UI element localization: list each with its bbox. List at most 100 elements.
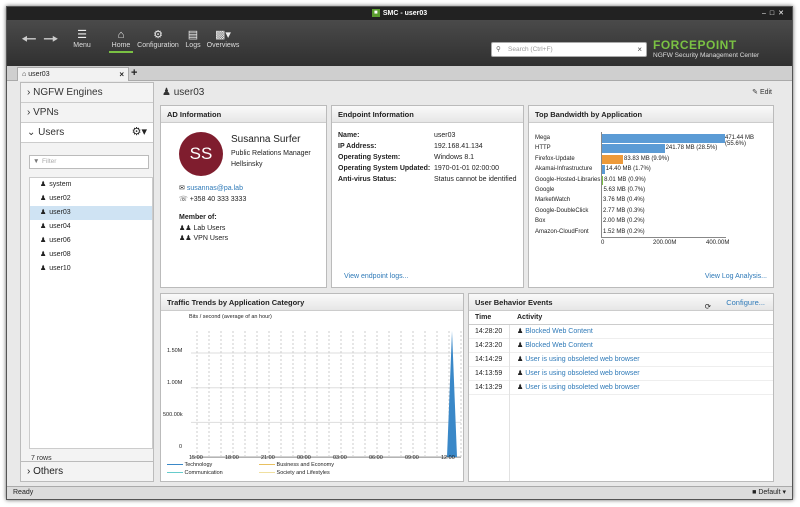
close-tab-icon[interactable]: × (119, 68, 124, 81)
bandwidth-app-label: Google-DoubleClick (535, 207, 589, 214)
table-row: Name: user03 (338, 132, 456, 139)
bandwidth-app-label: MarketWatch (535, 197, 571, 204)
email-link[interactable]: susannas@pa.lab (187, 185, 243, 192)
window-controls[interactable]: –□✕ (762, 7, 788, 20)
table-row[interactable]: 14:28:20 ♟ Blocked Web Content (469, 325, 773, 339)
toolbar-home[interactable]: ⌂ Home (109, 28, 133, 53)
main-toolbar: 🠔 🠖 ☰ Menu ⌂ Home ⚙ Configuration ▤ Logs ▩▾ O… (7, 20, 792, 66)
forward-arrow-icon[interactable]: 🠖 (43, 30, 59, 48)
x-tick: 03:00 (333, 455, 347, 461)
y-tick: 1.00M (167, 380, 183, 386)
user-alert-icon: ♟ (517, 328, 526, 335)
traffic-area (447, 331, 457, 457)
configure-link[interactable]: Configure... (726, 294, 765, 311)
language-select[interactable]: ■ Default ▾ (752, 487, 786, 499)
table-row: Anti-virus Status: Status cannot be ident… (338, 176, 517, 183)
user-icon: ♟ (40, 265, 47, 272)
toolbar-configuration[interactable]: ⚙ Configuration (135, 28, 181, 49)
list-item[interactable]: ♟ user03 (30, 206, 152, 220)
panel-title: Top Bandwidth by Application (529, 106, 773, 123)
bandwidth-value-label: 471.44 MB (55.6%) (725, 135, 755, 147)
filter-input[interactable]: ▼ Filter (29, 155, 149, 169)
title-bar: ■ SMC - user03 –□✕ (7, 7, 792, 20)
email-icon: ✉ (179, 185, 187, 192)
page-header: ♟ user03 ✎ Edit (162, 83, 782, 103)
table-header: Time Activity (469, 311, 773, 325)
tab-strip: ⌂ user03 × + (7, 66, 792, 81)
table-row[interactable]: 14:13:29 ♟ User is using obsoleted web br… (469, 381, 773, 395)
group-item: ♟♟ VPN Users (179, 235, 229, 242)
list-item[interactable]: ♟ system (30, 178, 152, 192)
user-full-name: Susanna Surfer (231, 134, 301, 145)
toolbar-overviews[interactable]: ▩▾ Overviews (205, 28, 241, 49)
list-item[interactable]: ♟ user06 (30, 234, 152, 248)
user-icon: ♟ (40, 195, 47, 202)
y-tick: 0 (179, 444, 183, 450)
legend-item: Technology (167, 462, 212, 468)
legend-item: Business and Economy (259, 462, 334, 468)
gear-icon[interactable]: ⚙▾ (132, 125, 147, 138)
table-row[interactable]: 14:13:59 ♟ User is using obsoleted web br… (469, 367, 773, 381)
chevron-down-icon: ⌄ (27, 127, 39, 138)
list-item[interactable]: ♟ user04 (30, 220, 152, 234)
sidebar-item-ngfw-engines[interactable]: › NGFW Engines (21, 83, 153, 103)
bandwidth-app-label: HTTP (535, 145, 551, 152)
city: Hellsinsky (231, 161, 263, 168)
email-row: ✉ susannas@pa.lab (179, 184, 243, 192)
view-endpoint-logs-link[interactable]: View endpoint logs... (344, 273, 408, 280)
back-arrow-icon[interactable]: 🠔 (21, 30, 37, 48)
smc-logo-icon: ■ (371, 9, 380, 18)
search-input[interactable]: ⚲ Search (Ctrl+F) × (491, 42, 647, 57)
brand-logo: FORCEPOINT (653, 38, 737, 52)
endpoint-information-panel: Endpoint Information Name: user03 IP Addr… (331, 105, 524, 288)
tab-user03[interactable]: ⌂ user03 × (17, 67, 129, 81)
user-behavior-events-panel: User Behavior Events ⟳ Configure... Time… (468, 293, 774, 482)
phone-number: +358 40 333 3333 (189, 196, 247, 203)
table-row[interactable]: 14:23:20 ♟ Blocked Web Content (469, 339, 773, 353)
sidebar-item-others[interactable]: › Others (21, 461, 153, 481)
table-row: Operating System: Windows 8.1 (338, 154, 475, 161)
status-bar: Ready ■ Default ▾ (7, 486, 792, 499)
group-icon: ♟♟ (179, 225, 194, 232)
window-title: SMC - user03 (382, 10, 428, 17)
x-tick: 21:00 (261, 455, 275, 461)
sidebar-item-vpns[interactable]: › VPNs (21, 103, 153, 123)
table-row[interactable]: 14:14:29 ♟ User is using obsoleted web br… (469, 353, 773, 367)
col-activity: Activity (517, 314, 543, 321)
list-item[interactable]: ♟ user02 (30, 192, 152, 206)
user-icon: ♟ (40, 237, 47, 244)
search-icon: ⚲ (496, 46, 501, 53)
bandwidth-app-label: Firefox-Update (535, 155, 575, 162)
edit-icon: ✎ (752, 89, 760, 96)
axis-tick: 400.00M (706, 240, 730, 246)
page-title: user03 (173, 87, 205, 98)
filter-icon: ▼ (33, 158, 40, 165)
edit-button[interactable]: ✎ Edit (752, 83, 772, 103)
add-tab-button[interactable]: + (131, 66, 137, 80)
bandwidth-app-label: Google (535, 187, 555, 193)
overviews-icon: ▩▾ (215, 29, 231, 41)
brand-subtitle: NGFW Security Management Center (653, 52, 760, 59)
toolbar-logs[interactable]: ▤ Logs (183, 28, 203, 49)
endpoint-table: Name: user03 IP Address: 192.168.41.134 Op… (338, 130, 518, 185)
list-item[interactable]: ♟ user08 (30, 248, 152, 262)
refresh-icon[interactable]: ⟳ (705, 298, 711, 315)
view-log-analysis-link[interactable]: View Log Analysis... (705, 273, 767, 280)
user-icon: ♟ (40, 181, 47, 188)
sidebar: › NGFW Engines › VPNs ⌄ Users ⚙▾ ▼ Filter… (20, 82, 154, 482)
traffic-chart (191, 331, 462, 458)
user-icon: ♟ (40, 209, 47, 216)
top-bandwidth-panel: Top Bandwidth by Application Mega 471.44 … (528, 105, 774, 288)
y-tick: 1.50M (167, 348, 183, 354)
home-icon: ⌂ (117, 29, 125, 41)
x-tick: 06:00 (369, 455, 383, 461)
user-alert-icon: ♟ (517, 356, 526, 363)
list-item[interactable]: ♟ user10 (30, 262, 152, 276)
toolbar-menu[interactable]: ☰ Menu (69, 28, 95, 49)
member-of-label: Member of: (179, 214, 217, 221)
axis-tick: 200.00M (653, 240, 677, 246)
app-window: ■ SMC - user03 –□✕ 🠔 🠖 ☰ Menu ⌂ Home ⚙ Confi… (6, 6, 793, 500)
x-tick: 09:00 (405, 455, 419, 461)
user-alert-icon: ♟ (517, 370, 526, 377)
clear-search-icon[interactable]: × (637, 43, 642, 56)
